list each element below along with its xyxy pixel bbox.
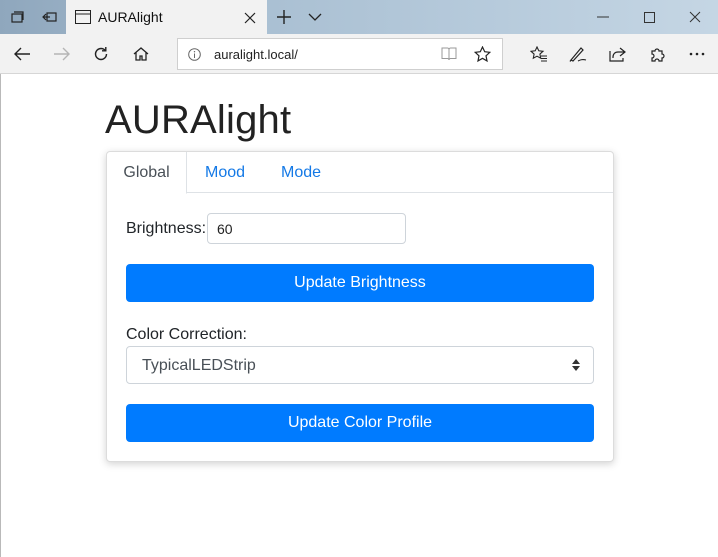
new-tab-icon[interactable] bbox=[273, 0, 295, 34]
brightness-input[interactable]: 60 bbox=[207, 213, 406, 244]
select-arrows-icon bbox=[571, 358, 581, 372]
page-title: AURAlight bbox=[105, 98, 292, 142]
update-brightness-button[interactable]: Update Brightness bbox=[126, 264, 594, 302]
tab-bar: Global Mood Mode bbox=[107, 152, 613, 194]
more-icon[interactable] bbox=[677, 34, 717, 74]
update-color-profile-button[interactable]: Update Color Profile bbox=[126, 404, 594, 442]
color-correction-value: TypicalLEDStrip bbox=[142, 357, 256, 374]
share-icon[interactable] bbox=[598, 34, 638, 74]
browser-tab-title: AURAlight bbox=[98, 9, 163, 25]
browser-tab-active[interactable]: AURAlight bbox=[66, 0, 267, 34]
favorites-list-icon[interactable] bbox=[519, 34, 559, 74]
page-edge bbox=[0, 74, 1, 557]
info-icon[interactable] bbox=[188, 48, 201, 66]
brightness-label: Brightness: bbox=[126, 220, 207, 237]
page-icon bbox=[75, 10, 91, 29]
address-bar[interactable]: auralight.local/ bbox=[177, 38, 503, 70]
pen-icon[interactable] bbox=[558, 34, 598, 74]
tab-manager-icon[interactable] bbox=[0, 0, 33, 34]
tab-global[interactable]: Global bbox=[107, 152, 187, 194]
back-icon[interactable] bbox=[2, 34, 42, 74]
browser-navbar: auralight.local/ bbox=[0, 34, 718, 74]
back-tabs-icon[interactable] bbox=[33, 0, 66, 34]
maximize-icon[interactable] bbox=[626, 0, 672, 34]
window-close-icon[interactable] bbox=[672, 0, 718, 34]
extensions-icon[interactable] bbox=[638, 34, 678, 74]
home-icon[interactable] bbox=[121, 34, 161, 74]
reading-view-icon[interactable] bbox=[441, 47, 457, 66]
browser-titlebar: AURAlight bbox=[0, 0, 718, 34]
chevron-down-icon[interactable] bbox=[303, 0, 327, 34]
tab-mood[interactable]: Mood bbox=[189, 152, 261, 193]
color-correction-select[interactable]: TypicalLEDStrip bbox=[126, 346, 594, 384]
refresh-icon[interactable] bbox=[81, 34, 121, 74]
forward-icon[interactable] bbox=[42, 34, 82, 74]
url-text: auralight.local/ bbox=[214, 47, 298, 62]
favorite-star-icon[interactable] bbox=[473, 45, 492, 68]
tab-mode[interactable]: Mode bbox=[267, 152, 335, 193]
minimize-icon[interactable] bbox=[580, 0, 626, 34]
color-correction-label: Color Correction: bbox=[126, 326, 247, 343]
close-icon[interactable] bbox=[244, 11, 256, 29]
